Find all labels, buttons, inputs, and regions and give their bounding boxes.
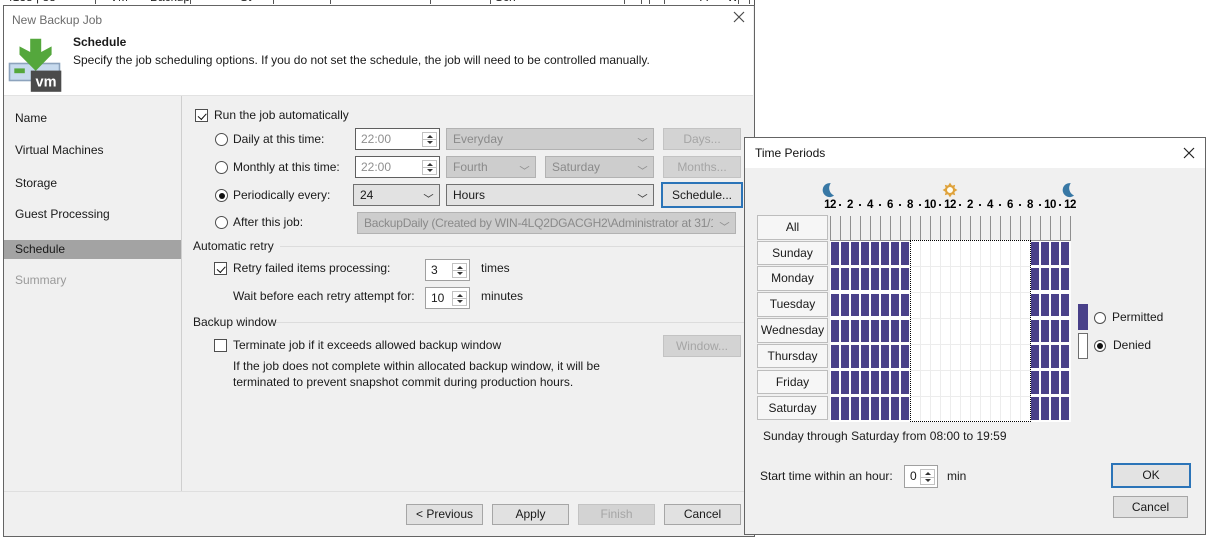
svg-text:vm: vm xyxy=(36,75,57,91)
